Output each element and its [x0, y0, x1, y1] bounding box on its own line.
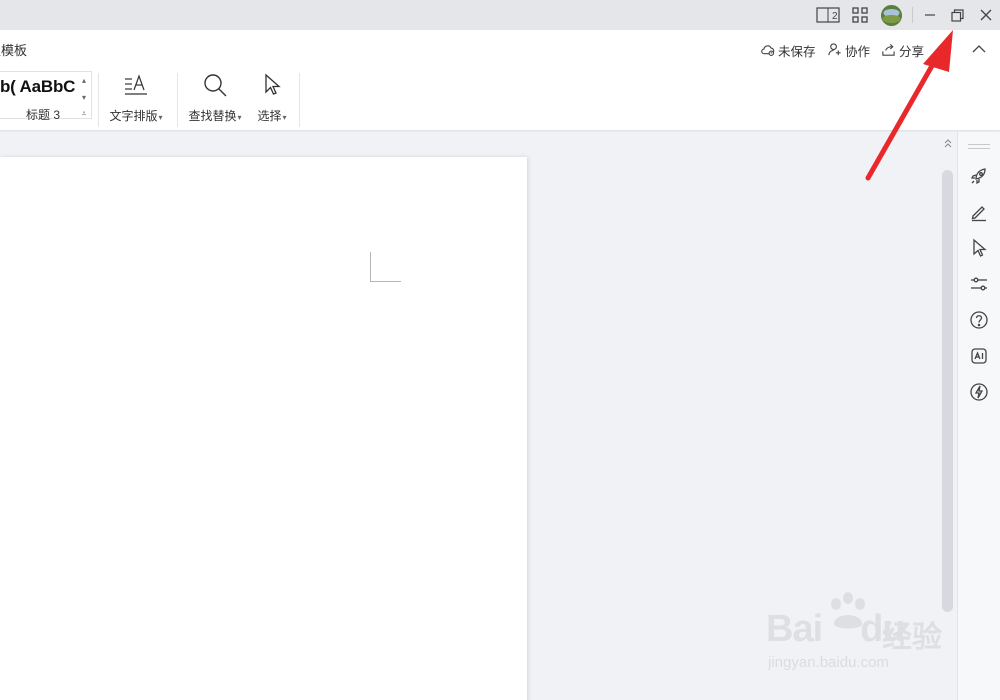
gallery-expand-icon[interactable]: ⩡ [78, 108, 90, 120]
pen-icon[interactable] [969, 202, 989, 222]
apps-grid-icon[interactable] [850, 5, 870, 25]
select-button[interactable]: 选择▾ [252, 71, 292, 124]
ai-badge-icon[interactable] [969, 346, 989, 366]
unsaved-status-button[interactable]: 未保存 [760, 41, 816, 60]
restore-icon[interactable] [948, 5, 966, 25]
minimize-icon[interactable] [921, 5, 939, 25]
title-bar: 2 [0, 0, 1000, 30]
ribbon-divider [299, 73, 300, 127]
annotation-arrow [865, 30, 953, 181]
lightning-icon[interactable] [969, 382, 989, 402]
rocket-icon[interactable] [969, 166, 989, 186]
text-layout-label: 文字排版 [109, 109, 158, 123]
close-icon[interactable] [977, 5, 995, 25]
user-avatar[interactable] [881, 5, 902, 26]
ribbon-divider [177, 73, 178, 127]
ribbon-tabs-row: 板模板 未保存 协作 分享 [0, 30, 1000, 67]
gallery-scroll-up-icon[interactable]: ▴ [78, 75, 90, 87]
watermark: Bai du 经验 jingyan.baidu.com [760, 590, 960, 680]
reading-mode-icon[interactable]: 2 [815, 5, 841, 25]
cloud-icon [760, 42, 775, 60]
find-replace-button[interactable]: 查找替换▾ [185, 71, 245, 124]
search-icon [185, 71, 245, 99]
style-sample-heading3[interactable]: b( AaBbCc [0, 77, 76, 97]
scrollbar-thumb[interactable] [942, 170, 953, 612]
collab-icon [827, 42, 842, 60]
select-label: 选择 [257, 109, 282, 123]
cursor-icon [252, 71, 292, 99]
titlebar-divider [912, 7, 913, 23]
find-replace-label: 查找替换 [188, 109, 237, 123]
text-layout-button[interactable]: 文字排版▾ [106, 71, 166, 124]
watermark-cn: 经验 [882, 621, 942, 654]
cursor-icon[interactable] [969, 238, 989, 258]
unsaved-label: 未保存 [778, 45, 816, 59]
page-margin-marker [370, 252, 401, 282]
ribbon-toolbar: b( AaBbCc 标题 3 ▴ ▾ ⩡ 文字排版▾ 查找替换▾ 选择▾ [0, 67, 1000, 131]
help-icon[interactable] [969, 310, 989, 330]
styles-gallery[interactable]: b( AaBbCc 标题 3 ▴ ▾ ⩡ [0, 71, 92, 122]
ribbon-divider [98, 73, 99, 127]
text-layout-icon [106, 71, 166, 99]
select-caret-icon: ▾ [282, 113, 287, 122]
right-side-panel [957, 132, 1000, 700]
text-layout-caret-icon: ▾ [158, 113, 163, 122]
panel-handle [968, 144, 990, 145]
style-caption: 标题 3 [26, 108, 61, 122]
document-page[interactable] [0, 157, 527, 700]
reading-mode-label: 2 [832, 11, 838, 22]
gallery-scroll-down-icon[interactable]: ▾ [78, 92, 90, 104]
collapse-ribbon-icon[interactable] [970, 41, 988, 57]
watermark-url: jingyan.baidu.com [768, 654, 889, 671]
panel-handle [968, 148, 990, 149]
sliders-icon[interactable] [969, 274, 989, 294]
tab-templates[interactable]: 板模板 [0, 40, 27, 59]
find-replace-caret-icon: ▾ [237, 113, 242, 122]
